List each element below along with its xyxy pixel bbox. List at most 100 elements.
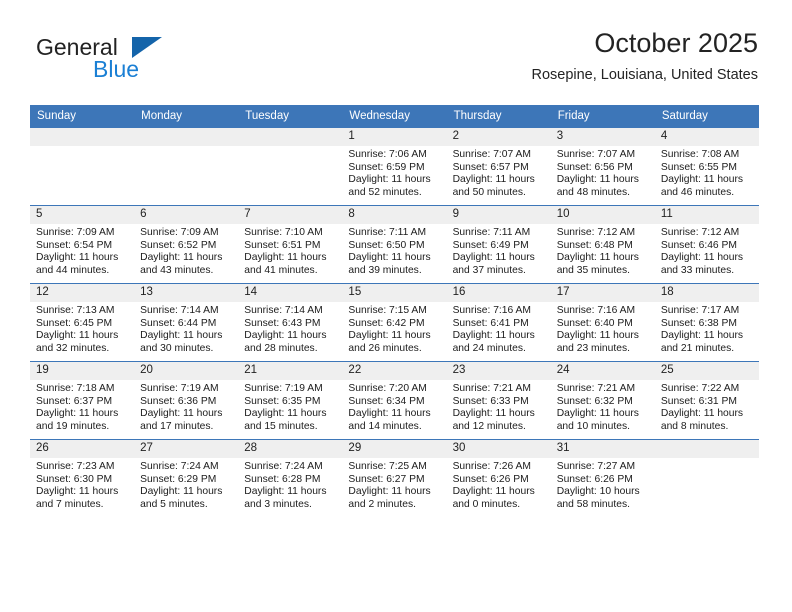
daylight-duration-line1: Daylight: 11 hours [140,330,223,342]
daylight-duration-line2: and 41 minutes. [244,264,318,276]
sunrise-time: Sunrise: 7:18 AM [36,383,115,394]
daylight-duration-line1: Daylight: 11 hours [244,408,327,420]
weekday-header-friday: Friday [550,105,655,128]
calendar-day-cell[interactable]: 7 Sunrise: 7:10 AM Sunset: 6:51 PM Daylight… [238,205,343,284]
calendar-day-cell-inner: 16 Sunrise: 7:16 AM Sunset: 6:41 PM Dayligh… [446,284,551,361]
logo-triangle-icon [132,37,162,58]
daylight-duration-line2: and 44 minutes. [36,264,110,276]
calendar-day-cell[interactable]: 15 Sunrise: 7:15 AM Sunset: 6:42 PM Dayligh… [342,283,447,362]
day-number: 23 [446,362,551,380]
daylight-duration-line2: and 2 minutes. [348,498,416,510]
calendar-day-cell[interactable]: 28 Sunrise: 7:24 AM Sunset: 6:28 PM Dayligh… [238,439,343,517]
calendar-day-cell[interactable]: 21 Sunrise: 7:19 AM Sunset: 6:35 PM Dayligh… [238,361,343,440]
sunset-time: Sunset: 6:35 PM [244,395,321,407]
calendar-day-cell[interactable]: 19 Sunrise: 7:18 AM Sunset: 6:37 PM Dayligh… [30,361,135,440]
sunrise-time: Sunrise: 7:24 AM [244,461,323,472]
day-number: 12 [30,284,135,302]
daylight-duration-line1: Daylight: 11 hours [140,408,223,420]
day-number: 15 [342,284,447,302]
sunset-time: Sunset: 6:46 PM [660,239,737,251]
calendar-day-cell[interactable]: 29 Sunrise: 7:25 AM Sunset: 6:27 PM Dayligh… [342,439,447,517]
daylight-duration-line2: and 32 minutes. [36,342,110,354]
calendar-day-cell[interactable]: 8 Sunrise: 7:11 AM Sunset: 6:50 PM Daylight… [342,205,447,284]
day-sun-info: Sunrise: 7:11 AM Sunset: 6:50 PM Daylight:… [342,224,446,277]
calendar-day-cell[interactable]: 9 Sunrise: 7:11 AM Sunset: 6:49 PM Daylight… [446,205,551,284]
sunset-time: Sunset: 6:52 PM [140,239,217,251]
day-sun-info: Sunrise: 7:08 AM Sunset: 6:55 PM Daylight:… [655,146,759,199]
calendar-day-cell-empty [30,127,135,206]
calendar-day-cell[interactable]: 2 Sunrise: 7:07 AM Sunset: 6:57 PM Daylight… [446,127,551,206]
day-sun-info: Sunrise: 7:23 AM Sunset: 6:30 PM Daylight:… [30,458,134,511]
calendar-day-cell-inner: 20 Sunrise: 7:19 AM Sunset: 6:36 PM Dayligh… [134,362,239,439]
calendar-day-cell[interactable]: 22 Sunrise: 7:20 AM Sunset: 6:34 PM Dayligh… [342,361,447,440]
calendar-day-cell[interactable]: 20 Sunrise: 7:19 AM Sunset: 6:36 PM Dayligh… [134,361,239,440]
calendar-day-cell[interactable]: 31 Sunrise: 7:27 AM Sunset: 6:26 PM Dayligh… [550,439,655,517]
calendar-day-cell-inner: 22 Sunrise: 7:20 AM Sunset: 6:34 PM Dayligh… [342,362,447,439]
sunrise-time: Sunrise: 7:12 AM [660,227,740,238]
calendar-day-cell[interactable]: 3 Sunrise: 7:07 AM Sunset: 6:56 PM Daylight… [550,127,655,206]
calendar-day-cell-inner: 5 Sunrise: 7:09 AM Sunset: 6:54 PM Daylight… [30,206,135,283]
daylight-duration-line1: Daylight: 11 hours [140,252,223,264]
calendar-day-cell[interactable]: 18 Sunrise: 7:17 AM Sunset: 6:38 PM Dayligh… [654,283,759,362]
calendar-day-cell[interactable]: 10 Sunrise: 7:12 AM Sunset: 6:48 PM Dayligh… [550,205,655,284]
calendar-day-cell-inner: 3 Sunrise: 7:07 AM Sunset: 6:56 PM Daylight… [550,128,655,205]
calendar-day-cell[interactable]: 12 Sunrise: 7:13 AM Sunset: 6:45 PM Dayligh… [30,283,135,362]
calendar-day-cell[interactable]: 26 Sunrise: 7:23 AM Sunset: 6:30 PM Dayligh… [30,439,135,517]
sunset-time: Sunset: 6:30 PM [36,473,113,485]
calendar-day-cell-inner: 14 Sunrise: 7:14 AM Sunset: 6:43 PM Dayligh… [238,284,343,361]
calendar-day-cell-inner: 27 Sunrise: 7:24 AM Sunset: 6:29 PM Dayligh… [134,440,239,517]
general-blue-logo[interactable]: General Blue [34,36,254,94]
calendar-day-cell[interactable]: 14 Sunrise: 7:14 AM Sunset: 6:43 PM Dayligh… [238,283,343,362]
daylight-duration-line1: Daylight: 11 hours [348,486,431,498]
sunset-time: Sunset: 6:45 PM [36,317,113,329]
daylight-duration-line2: and 15 minutes. [244,420,318,432]
calendar-day-cell[interactable]: 24 Sunrise: 7:21 AM Sunset: 6:32 PM Dayligh… [550,361,655,440]
sunrise-time: Sunrise: 7:09 AM [36,227,115,238]
daylight-duration-line1: Daylight: 11 hours [36,252,119,264]
calendar-day-cell[interactable]: 1 Sunrise: 7:06 AM Sunset: 6:59 PM Daylight… [342,127,447,206]
day-sun-info: Sunrise: 7:09 AM Sunset: 6:52 PM Daylight:… [134,224,238,277]
calendar-day-cell-inner: 23 Sunrise: 7:21 AM Sunset: 6:33 PM Dayligh… [446,362,551,439]
daylight-duration-line2: and 23 minutes. [556,342,630,354]
day-number: 18 [654,284,759,302]
calendar-day-cell[interactable]: 6 Sunrise: 7:09 AM Sunset: 6:52 PM Daylight… [134,205,239,284]
calendar-day-cell[interactable]: 13 Sunrise: 7:14 AM Sunset: 6:44 PM Dayligh… [134,283,239,362]
calendar-day-cell[interactable]: 11 Sunrise: 7:12 AM Sunset: 6:46 PM Dayligh… [654,205,759,284]
daylight-duration-line2: and 7 minutes. [36,498,104,510]
day-sun-info: Sunrise: 7:16 AM Sunset: 6:41 PM Daylight:… [447,302,551,355]
day-number [238,128,343,146]
day-sun-info: Sunrise: 7:21 AM Sunset: 6:33 PM Daylight:… [447,380,551,433]
calendar-day-cell[interactable]: 17 Sunrise: 7:16 AM Sunset: 6:40 PM Dayligh… [550,283,655,362]
day-sun-info: Sunrise: 7:06 AM Sunset: 6:59 PM Daylight:… [342,146,446,199]
calendar-day-cell-inner: 17 Sunrise: 7:16 AM Sunset: 6:40 PM Dayligh… [550,284,655,361]
calendar-day-cell[interactable]: 16 Sunrise: 7:16 AM Sunset: 6:41 PM Dayligh… [446,283,551,362]
calendar-day-cell[interactable]: 23 Sunrise: 7:21 AM Sunset: 6:33 PM Dayligh… [446,361,551,440]
day-number: 6 [134,206,239,224]
daylight-duration-line2: and 30 minutes. [140,342,214,354]
calendar-day-cell-empty [238,127,343,206]
calendar-day-cell[interactable]: 27 Sunrise: 7:24 AM Sunset: 6:29 PM Dayligh… [134,439,239,517]
daylight-duration-line1: Daylight: 11 hours [452,174,535,186]
weekday-header-tuesday: Tuesday [238,105,343,128]
sunset-time: Sunset: 6:49 PM [452,239,529,251]
daylight-duration-line1: Daylight: 11 hours [244,330,327,342]
daylight-duration-line1: Daylight: 11 hours [36,486,119,498]
calendar-day-cell-inner: 30 Sunrise: 7:26 AM Sunset: 6:26 PM Dayligh… [446,440,551,517]
weekday-header-row: Sunday Monday Tuesday Wednesday Thursday… [30,105,759,128]
daylight-duration-line2: and 17 minutes. [140,420,214,432]
calendar-day-cell[interactable]: 30 Sunrise: 7:26 AM Sunset: 6:26 PM Dayligh… [446,439,551,517]
sunset-time: Sunset: 6:32 PM [556,395,633,407]
sunrise-time: Sunrise: 7:12 AM [556,227,636,238]
calendar-day-cell[interactable]: 5 Sunrise: 7:09 AM Sunset: 6:54 PM Daylight… [30,205,135,284]
calendar-day-cell[interactable]: 25 Sunrise: 7:22 AM Sunset: 6:31 PM Dayligh… [654,361,759,440]
day-number [30,128,135,146]
day-sun-info: Sunrise: 7:26 AM Sunset: 6:26 PM Daylight:… [447,458,551,511]
sunset-time: Sunset: 6:34 PM [348,395,425,407]
daylight-duration-line1: Daylight: 11 hours [348,174,431,186]
daylight-duration-line1: Daylight: 11 hours [452,408,535,420]
sunset-time: Sunset: 6:27 PM [348,473,425,485]
day-sun-info: Sunrise: 7:12 AM Sunset: 6:46 PM Daylight:… [655,224,759,277]
day-sun-info: Sunrise: 7:19 AM Sunset: 6:36 PM Daylight:… [134,380,238,433]
daylight-duration-line2: and 58 minutes. [556,498,630,510]
calendar-day-cell[interactable]: 4 Sunrise: 7:08 AM Sunset: 6:55 PM Daylight… [654,127,759,206]
